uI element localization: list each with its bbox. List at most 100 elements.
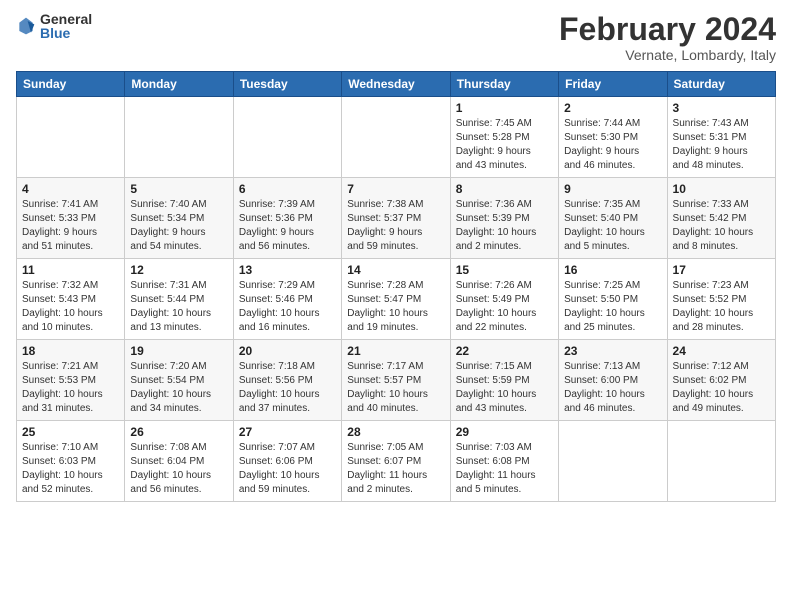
cell-3-6: 24 Sunrise: 7:12 AM Sunset: 6:02 PM Dayli… bbox=[667, 340, 775, 421]
logo-text: General Blue bbox=[40, 12, 92, 40]
logo-blue-text: Blue bbox=[40, 26, 92, 40]
cell-3-2: 20 Sunrise: 7:18 AM Sunset: 5:56 PM Dayli… bbox=[233, 340, 341, 421]
cell-1-2: 6Sunrise: 7:39 AM Sunset: 5:36 PM Daylig… bbox=[233, 178, 341, 259]
day-info-26: Sunrise: 7:08 AM Sunset: 6:04 PM Dayligh… bbox=[130, 441, 227, 497]
cell-0-3 bbox=[342, 97, 450, 178]
day-number-16: 16 bbox=[564, 263, 661, 277]
cell-3-1: 19 Sunrise: 7:20 AM Sunset: 5:54 PM Dayli… bbox=[125, 340, 233, 421]
cell-1-5: 9Sunrise: 7:35 AM Sunset: 5:40 PM Daylig… bbox=[559, 178, 667, 259]
day-number-25: 25 bbox=[22, 425, 119, 439]
header: General Blue February 2024 Vernate, Lomb… bbox=[16, 12, 776, 63]
cell-3-0: 18 Sunrise: 7:21 AM Sunset: 5:53 PM Dayli… bbox=[17, 340, 125, 421]
title-section: February 2024 Vernate, Lombardy, Italy bbox=[559, 12, 776, 63]
day-number-8: 8 bbox=[456, 182, 553, 196]
cell-4-5 bbox=[559, 421, 667, 502]
day-number-3: 3 bbox=[673, 101, 770, 115]
week-row-2: 11 Sunrise: 7:32 AM Sunset: 5:43 PM Dayli… bbox=[17, 259, 776, 340]
day-info-11: Sunrise: 7:32 AM Sunset: 5:43 PM Dayligh… bbox=[22, 279, 119, 335]
day-number-19: 19 bbox=[130, 344, 227, 358]
day-info-1: Sunrise: 7:45 AM Sunset: 5:28 PM Dayligh… bbox=[456, 117, 553, 173]
cell-4-1: 26Sunrise: 7:08 AM Sunset: 6:04 PM Dayli… bbox=[125, 421, 233, 502]
day-number-9: 9 bbox=[564, 182, 661, 196]
day-info-8: Sunrise: 7:36 AM Sunset: 5:39 PM Dayligh… bbox=[456, 198, 553, 254]
day-info-15: Sunrise: 7:26 AM Sunset: 5:49 PM Dayligh… bbox=[456, 279, 553, 335]
day-info-13: Sunrise: 7:29 AM Sunset: 5:46 PM Dayligh… bbox=[239, 279, 336, 335]
cell-2-3: 14 Sunrise: 7:28 AM Sunset: 5:47 PM Dayli… bbox=[342, 259, 450, 340]
day-number-21: 21 bbox=[347, 344, 444, 358]
day-number-11: 11 bbox=[22, 263, 119, 277]
day-number-10: 10 bbox=[673, 182, 770, 196]
day-number-29: 29 bbox=[456, 425, 553, 439]
day-number-27: 27 bbox=[239, 425, 336, 439]
cell-4-6 bbox=[667, 421, 775, 502]
cell-1-1: 5 Sunrise: 7:40 AM Sunset: 5:34 PM Daylig… bbox=[125, 178, 233, 259]
day-info-23: Sunrise: 7:13 AM Sunset: 6:00 PM Dayligh… bbox=[564, 360, 661, 416]
cell-3-5: 23Sunrise: 7:13 AM Sunset: 6:00 PM Dayli… bbox=[559, 340, 667, 421]
day-number-28: 28 bbox=[347, 425, 444, 439]
day-number-2: 2 bbox=[564, 101, 661, 115]
cell-0-0 bbox=[17, 97, 125, 178]
cell-1-6: 10Sunrise: 7:33 AM Sunset: 5:42 PM Dayli… bbox=[667, 178, 775, 259]
header-saturday: Saturday bbox=[667, 72, 775, 97]
cell-2-1: 12Sunrise: 7:31 AM Sunset: 5:44 PM Dayli… bbox=[125, 259, 233, 340]
day-info-14: Sunrise: 7:28 AM Sunset: 5:47 PM Dayligh… bbox=[347, 279, 444, 335]
cell-0-2 bbox=[233, 97, 341, 178]
day-number-20: 20 bbox=[239, 344, 336, 358]
day-number-15: 15 bbox=[456, 263, 553, 277]
header-friday: Friday bbox=[559, 72, 667, 97]
calendar-table: Sunday Monday Tuesday Wednesday Thursday… bbox=[16, 71, 776, 502]
cell-0-1 bbox=[125, 97, 233, 178]
page-container: General Blue February 2024 Vernate, Lomb… bbox=[0, 0, 792, 510]
logo-general-text: General bbox=[40, 12, 92, 26]
day-info-27: Sunrise: 7:07 AM Sunset: 6:06 PM Dayligh… bbox=[239, 441, 336, 497]
header-thursday: Thursday bbox=[450, 72, 558, 97]
day-info-19: Sunrise: 7:20 AM Sunset: 5:54 PM Dayligh… bbox=[130, 360, 227, 416]
day-header-row: Sunday Monday Tuesday Wednesday Thursday… bbox=[17, 72, 776, 97]
main-title: February 2024 bbox=[559, 12, 776, 47]
day-info-5: Sunrise: 7:40 AM Sunset: 5:34 PM Dayligh… bbox=[130, 198, 227, 254]
cell-2-6: 17 Sunrise: 7:23 AM Sunset: 5:52 PM Dayli… bbox=[667, 259, 775, 340]
cell-2-0: 11 Sunrise: 7:32 AM Sunset: 5:43 PM Dayli… bbox=[17, 259, 125, 340]
day-info-20: Sunrise: 7:18 AM Sunset: 5:56 PM Dayligh… bbox=[239, 360, 336, 416]
subtitle: Vernate, Lombardy, Italy bbox=[559, 47, 776, 63]
day-number-24: 24 bbox=[673, 344, 770, 358]
day-info-18: Sunrise: 7:21 AM Sunset: 5:53 PM Dayligh… bbox=[22, 360, 119, 416]
day-info-16: Sunrise: 7:25 AM Sunset: 5:50 PM Dayligh… bbox=[564, 279, 661, 335]
calendar-header: Sunday Monday Tuesday Wednesday Thursday… bbox=[17, 72, 776, 97]
cell-2-4: 15 Sunrise: 7:26 AM Sunset: 5:49 PM Dayli… bbox=[450, 259, 558, 340]
day-number-17: 17 bbox=[673, 263, 770, 277]
cell-0-4: 1 Sunrise: 7:45 AM Sunset: 5:28 PM Daylig… bbox=[450, 97, 558, 178]
day-info-29: Sunrise: 7:03 AM Sunset: 6:08 PM Dayligh… bbox=[456, 441, 553, 497]
day-info-17: Sunrise: 7:23 AM Sunset: 5:52 PM Dayligh… bbox=[673, 279, 770, 335]
header-tuesday: Tuesday bbox=[233, 72, 341, 97]
cell-2-2: 13Sunrise: 7:29 AM Sunset: 5:46 PM Dayli… bbox=[233, 259, 341, 340]
logo: General Blue bbox=[16, 12, 92, 40]
cell-0-5: 2 Sunrise: 7:44 AM Sunset: 5:30 PM Daylig… bbox=[559, 97, 667, 178]
logo-icon bbox=[16, 16, 36, 36]
day-number-4: 4 bbox=[22, 182, 119, 196]
day-info-2: Sunrise: 7:44 AM Sunset: 5:30 PM Dayligh… bbox=[564, 117, 661, 173]
day-number-14: 14 bbox=[347, 263, 444, 277]
calendar-body: 1 Sunrise: 7:45 AM Sunset: 5:28 PM Daylig… bbox=[17, 97, 776, 502]
cell-2-5: 16 Sunrise: 7:25 AM Sunset: 5:50 PM Dayli… bbox=[559, 259, 667, 340]
day-number-1: 1 bbox=[456, 101, 553, 115]
header-sunday: Sunday bbox=[17, 72, 125, 97]
day-info-25: Sunrise: 7:10 AM Sunset: 6:03 PM Dayligh… bbox=[22, 441, 119, 497]
cell-1-3: 7Sunrise: 7:38 AM Sunset: 5:37 PM Daylig… bbox=[342, 178, 450, 259]
header-wednesday: Wednesday bbox=[342, 72, 450, 97]
day-info-7: Sunrise: 7:38 AM Sunset: 5:37 PM Dayligh… bbox=[347, 198, 444, 254]
cell-3-4: 22Sunrise: 7:15 AM Sunset: 5:59 PM Dayli… bbox=[450, 340, 558, 421]
cell-4-3: 28Sunrise: 7:05 AM Sunset: 6:07 PM Dayli… bbox=[342, 421, 450, 502]
day-info-6: Sunrise: 7:39 AM Sunset: 5:36 PM Dayligh… bbox=[239, 198, 336, 254]
day-info-24: Sunrise: 7:12 AM Sunset: 6:02 PM Dayligh… bbox=[673, 360, 770, 416]
header-monday: Monday bbox=[125, 72, 233, 97]
day-info-12: Sunrise: 7:31 AM Sunset: 5:44 PM Dayligh… bbox=[130, 279, 227, 335]
day-number-18: 18 bbox=[22, 344, 119, 358]
day-number-5: 5 bbox=[130, 182, 227, 196]
week-row-1: 4 Sunrise: 7:41 AM Sunset: 5:33 PM Daylig… bbox=[17, 178, 776, 259]
cell-1-0: 4 Sunrise: 7:41 AM Sunset: 5:33 PM Daylig… bbox=[17, 178, 125, 259]
day-info-4: Sunrise: 7:41 AM Sunset: 5:33 PM Dayligh… bbox=[22, 198, 119, 254]
cell-1-4: 8 Sunrise: 7:36 AM Sunset: 5:39 PM Daylig… bbox=[450, 178, 558, 259]
day-info-22: Sunrise: 7:15 AM Sunset: 5:59 PM Dayligh… bbox=[456, 360, 553, 416]
cell-4-0: 25 Sunrise: 7:10 AM Sunset: 6:03 PM Dayli… bbox=[17, 421, 125, 502]
